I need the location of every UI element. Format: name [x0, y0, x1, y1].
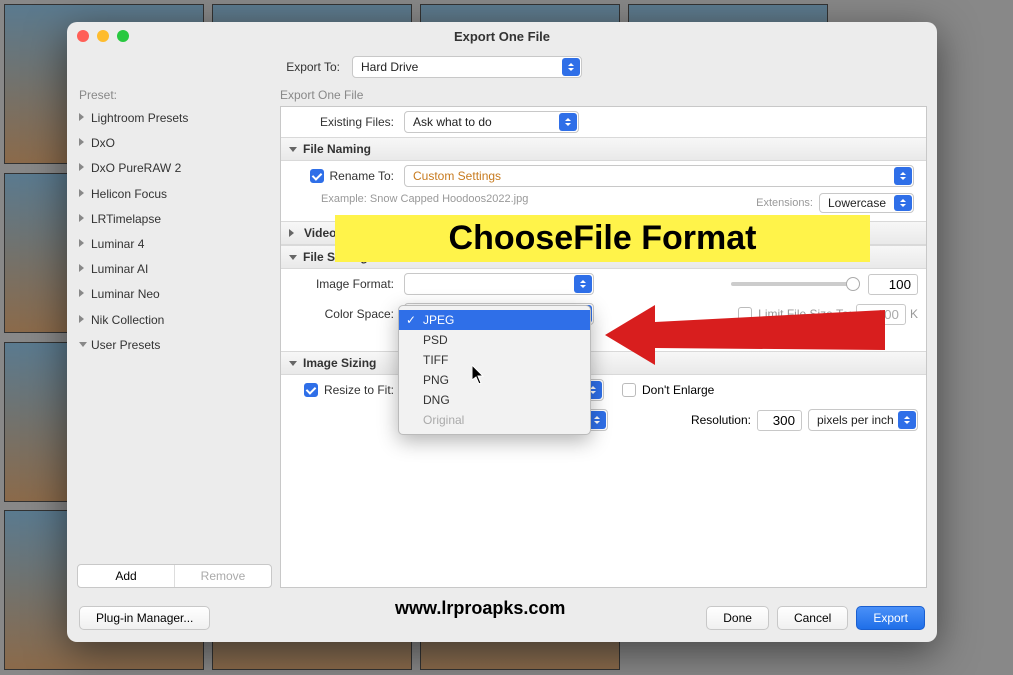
preset-list[interactable]: Lightroom Presets DxO DxO PureRAW 2 Heli…	[77, 106, 272, 558]
format-option[interactable]: TIFF	[399, 350, 590, 370]
rename-to-label: Rename To:	[330, 169, 394, 183]
format-option[interactable]: PNG	[399, 370, 590, 390]
resolution-label: Resolution:	[691, 413, 751, 427]
annotation-arrow	[605, 290, 885, 380]
preset-item[interactable]: Luminar Neo	[77, 282, 272, 307]
triangle-right-icon	[289, 229, 298, 237]
triangle-down-icon	[289, 361, 297, 366]
export-button[interactable]: Export	[856, 606, 925, 630]
preset-item[interactable]: DxO	[77, 131, 272, 156]
format-option[interactable]: DNG	[399, 390, 590, 410]
format-option[interactable]: PSD	[399, 330, 590, 350]
plugin-manager-button[interactable]: Plug-in Manager...	[79, 606, 210, 630]
window-title: Export One File	[67, 29, 937, 44]
preset-sidebar: Preset: Lightroom Presets DxO DxO PureRA…	[77, 88, 272, 588]
watermark-text: www.lrproapks.com	[395, 598, 565, 619]
extensions-select[interactable]: Lowercase	[819, 193, 914, 213]
image-format-label: Image Format:	[289, 277, 404, 291]
filename-example: Snow Capped Hoodoos2022.jpg	[370, 193, 528, 205]
chevron-updown-icon	[898, 411, 916, 429]
format-option[interactable]: JPEG	[399, 310, 590, 330]
triangle-down-icon	[289, 147, 297, 152]
rename-template-select[interactable]: Custom Settings	[404, 165, 914, 187]
format-option[interactable]: Original	[399, 410, 590, 430]
existing-files-select[interactable]: Ask what to do	[404, 111, 579, 133]
chevron-updown-icon	[562, 58, 580, 76]
cancel-button[interactable]: Cancel	[777, 606, 848, 630]
preset-item[interactable]: LRTimelapse	[77, 207, 272, 232]
color-space-label: Color Space:	[289, 307, 404, 321]
annotation-highlight: ChooseFile Format	[335, 215, 870, 262]
chevron-updown-icon	[894, 167, 912, 185]
remove-preset-button: Remove	[174, 565, 271, 587]
dont-enlarge-label: Don't Enlarge	[642, 383, 714, 397]
preset-item[interactable]: Helicon Focus	[77, 182, 272, 207]
preset-item[interactable]: DxO PureRAW 2	[77, 156, 272, 181]
main-subheader: Export One File	[280, 88, 927, 102]
chevron-updown-icon	[894, 195, 912, 211]
preset-header: Preset:	[77, 88, 272, 102]
quality-slider[interactable]	[731, 282, 860, 286]
preset-item[interactable]: Lightroom Presets	[77, 106, 272, 131]
export-to-value: Hard Drive	[361, 60, 418, 74]
add-preset-button[interactable]: Add	[78, 565, 174, 587]
cursor-icon	[472, 365, 486, 385]
limit-unit: K	[910, 307, 918, 321]
existing-files-label: Existing Files:	[289, 115, 404, 129]
resolution-input[interactable]	[757, 410, 802, 431]
image-format-dropdown[interactable]: JPEG PSD TIFF PNG DNG Original	[398, 305, 591, 435]
preset-item[interactable]: Luminar AI	[77, 257, 272, 282]
rename-checkbox[interactable]	[310, 169, 324, 183]
extensions-label: Extensions:	[756, 197, 813, 209]
export-to-select[interactable]: Hard Drive	[352, 56, 582, 78]
preset-item[interactable]: User Presets	[77, 333, 272, 358]
chevron-updown-icon	[559, 113, 577, 131]
resize-label: Resize to Fit:	[324, 383, 394, 397]
titlebar: Export One File	[67, 22, 937, 50]
resolution-unit-select[interactable]: pixels per inch	[808, 409, 918, 431]
export-to-label: Export To:	[67, 60, 352, 74]
image-format-select[interactable]	[404, 273, 594, 295]
resize-checkbox[interactable]	[304, 383, 318, 397]
triangle-down-icon	[289, 255, 297, 260]
file-naming-header[interactable]: File Naming	[281, 137, 926, 161]
chevron-updown-icon	[574, 275, 592, 293]
preset-item[interactable]: Luminar 4	[77, 232, 272, 257]
done-button[interactable]: Done	[706, 606, 769, 630]
preset-item[interactable]: Nik Collection	[77, 308, 272, 333]
dont-enlarge-checkbox[interactable]	[622, 383, 636, 397]
